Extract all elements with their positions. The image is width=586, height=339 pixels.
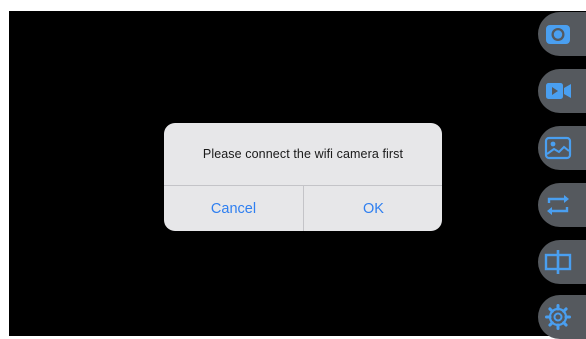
photo-capture-button[interactable]	[538, 12, 586, 56]
side-toolbar	[538, 12, 586, 339]
video-record-button[interactable]	[538, 69, 586, 113]
swap-arrows-icon	[543, 190, 573, 220]
cancel-button[interactable]: Cancel	[164, 186, 303, 231]
image-icon	[543, 133, 573, 163]
video-camera-icon	[543, 76, 573, 106]
flip-camera-button[interactable]	[538, 183, 586, 227]
split-view-icon	[543, 247, 573, 277]
ok-button[interactable]: OK	[304, 186, 442, 231]
gallery-button[interactable]	[538, 126, 586, 170]
dialog-message: Please connect the wifi camera first	[202, 147, 404, 161]
settings-button[interactable]	[538, 295, 586, 339]
alert-dialog: Please connect the wifi camera first Can…	[164, 123, 442, 231]
camera-icon	[543, 19, 573, 49]
gear-icon	[543, 302, 573, 332]
split-view-button[interactable]	[538, 240, 586, 284]
